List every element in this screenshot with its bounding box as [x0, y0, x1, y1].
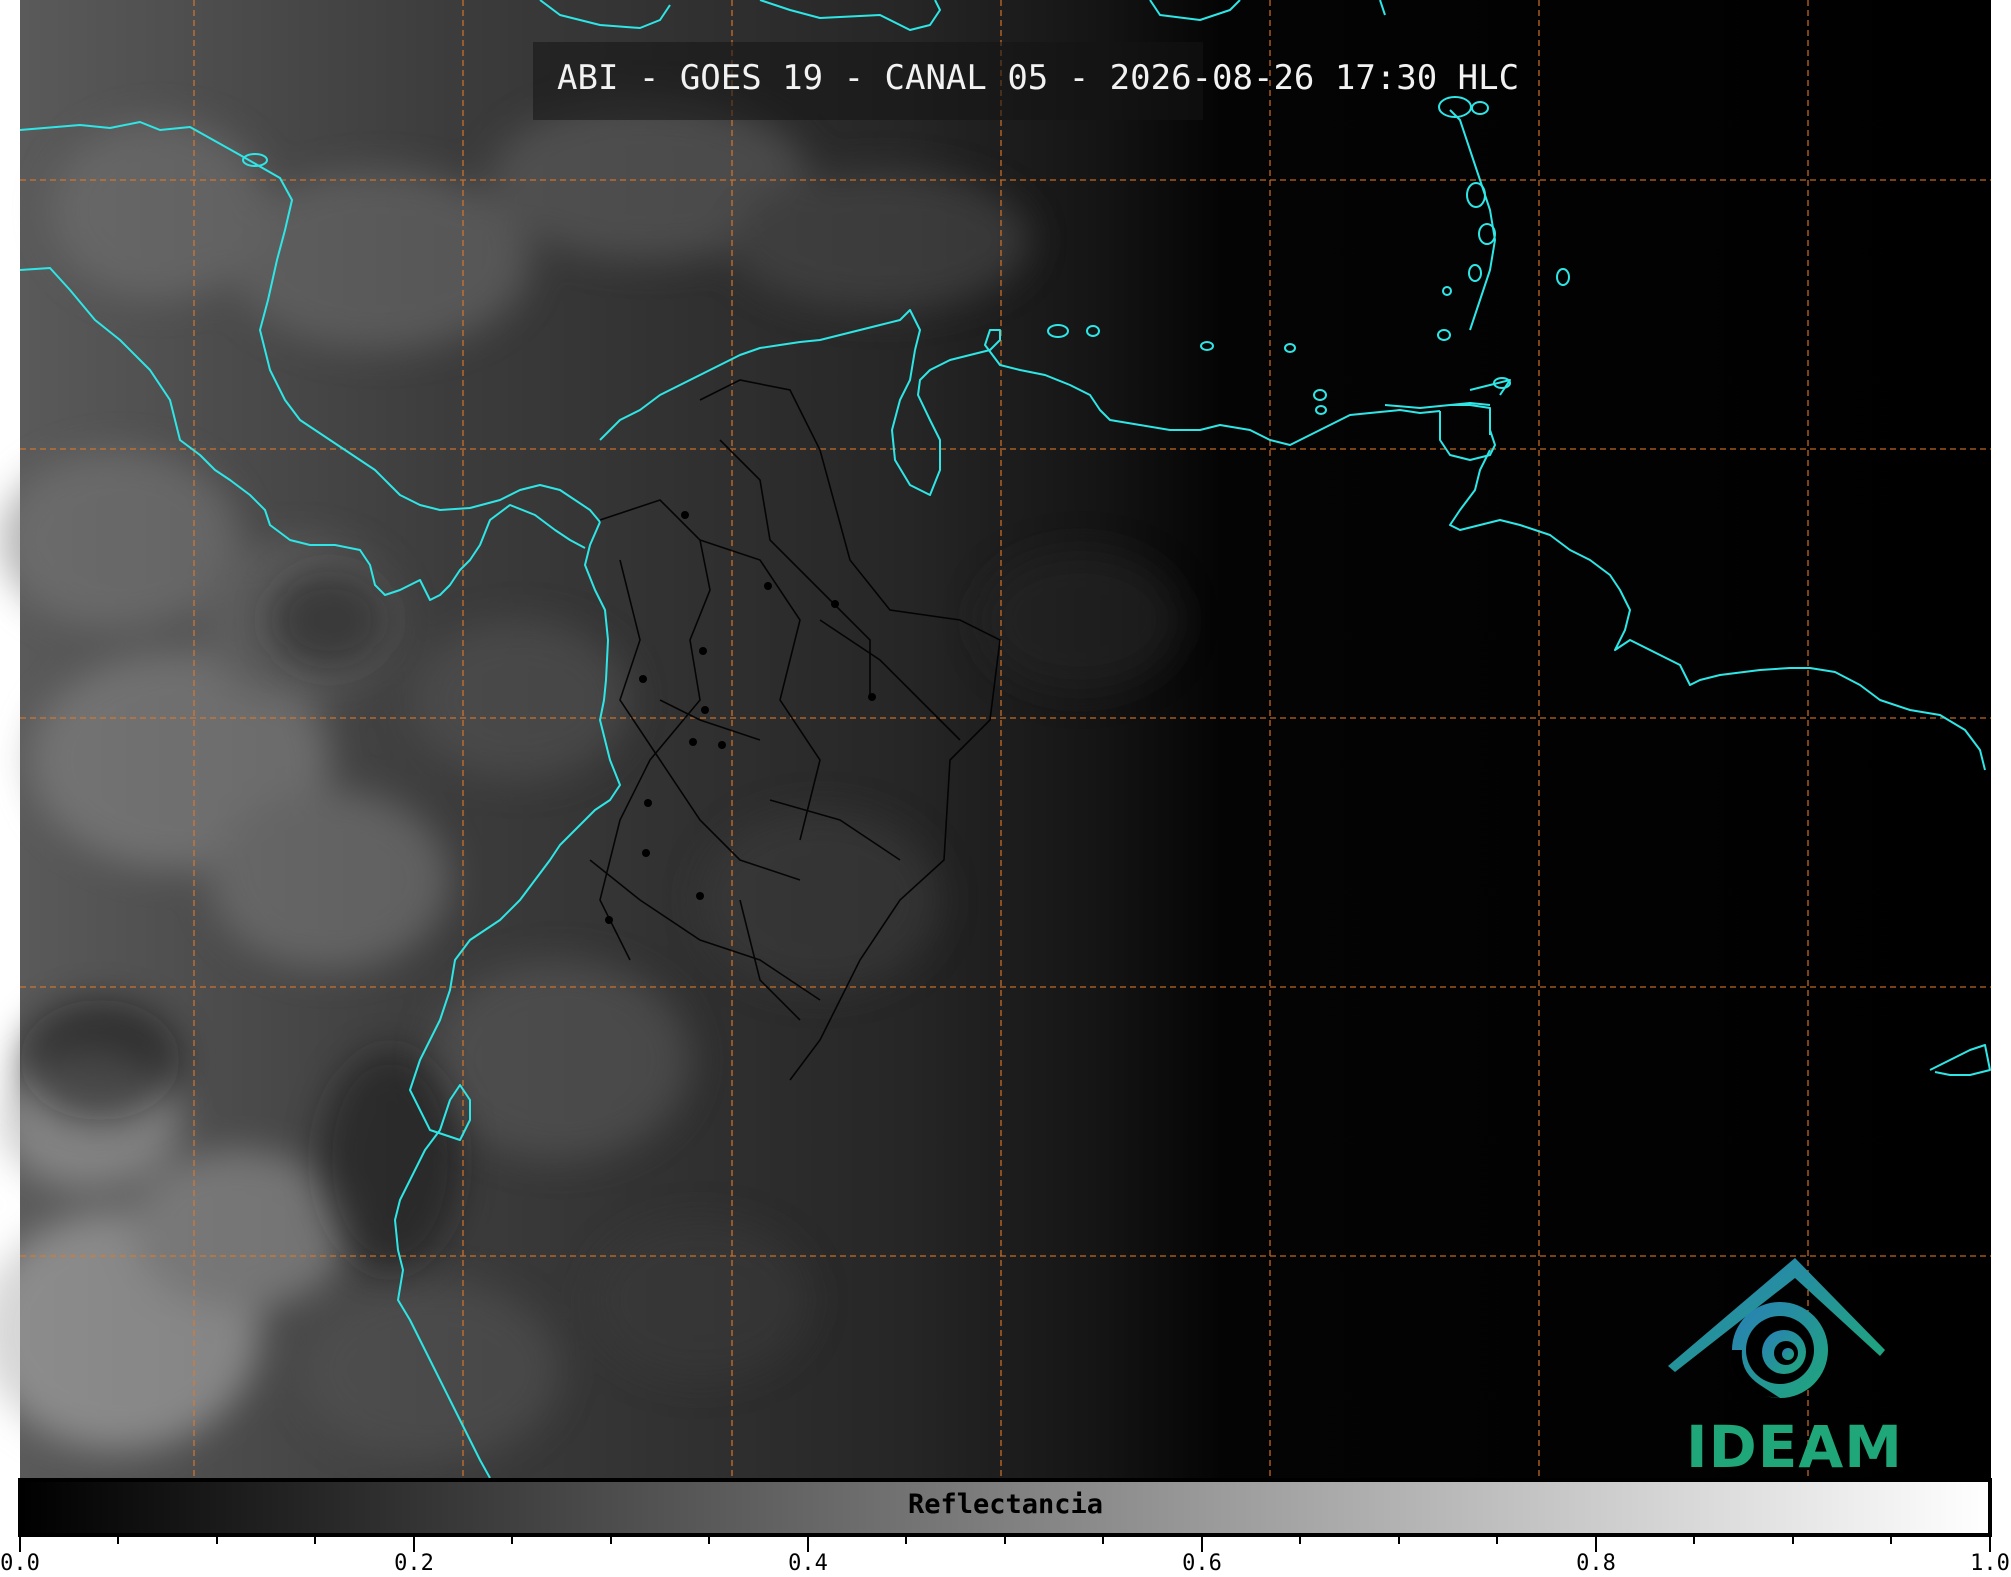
- ideam-logo-text: IDEAM: [1686, 1413, 1903, 1481]
- colorbar-ticks: [19, 1535, 1991, 1552]
- colorbar-tick-label: 0.0: [0, 1551, 40, 1576]
- satellite-map: [0, 0, 1992, 1552]
- colorbar-label: Reflectancia: [907, 1489, 1104, 1520]
- colorbar-tick-label: 0.4: [788, 1551, 828, 1576]
- colorbar-tick-label: 0.6: [1182, 1551, 1222, 1576]
- colorbar-tick-label: 0.8: [1576, 1551, 1616, 1576]
- map-title: ABI - GOES 19 - CANAL 05 - 2026-08-26 17…: [557, 58, 1520, 98]
- colorbar-tick-label: 0.2: [394, 1551, 434, 1576]
- colorbar-tick-label: 1.0: [1970, 1551, 2010, 1576]
